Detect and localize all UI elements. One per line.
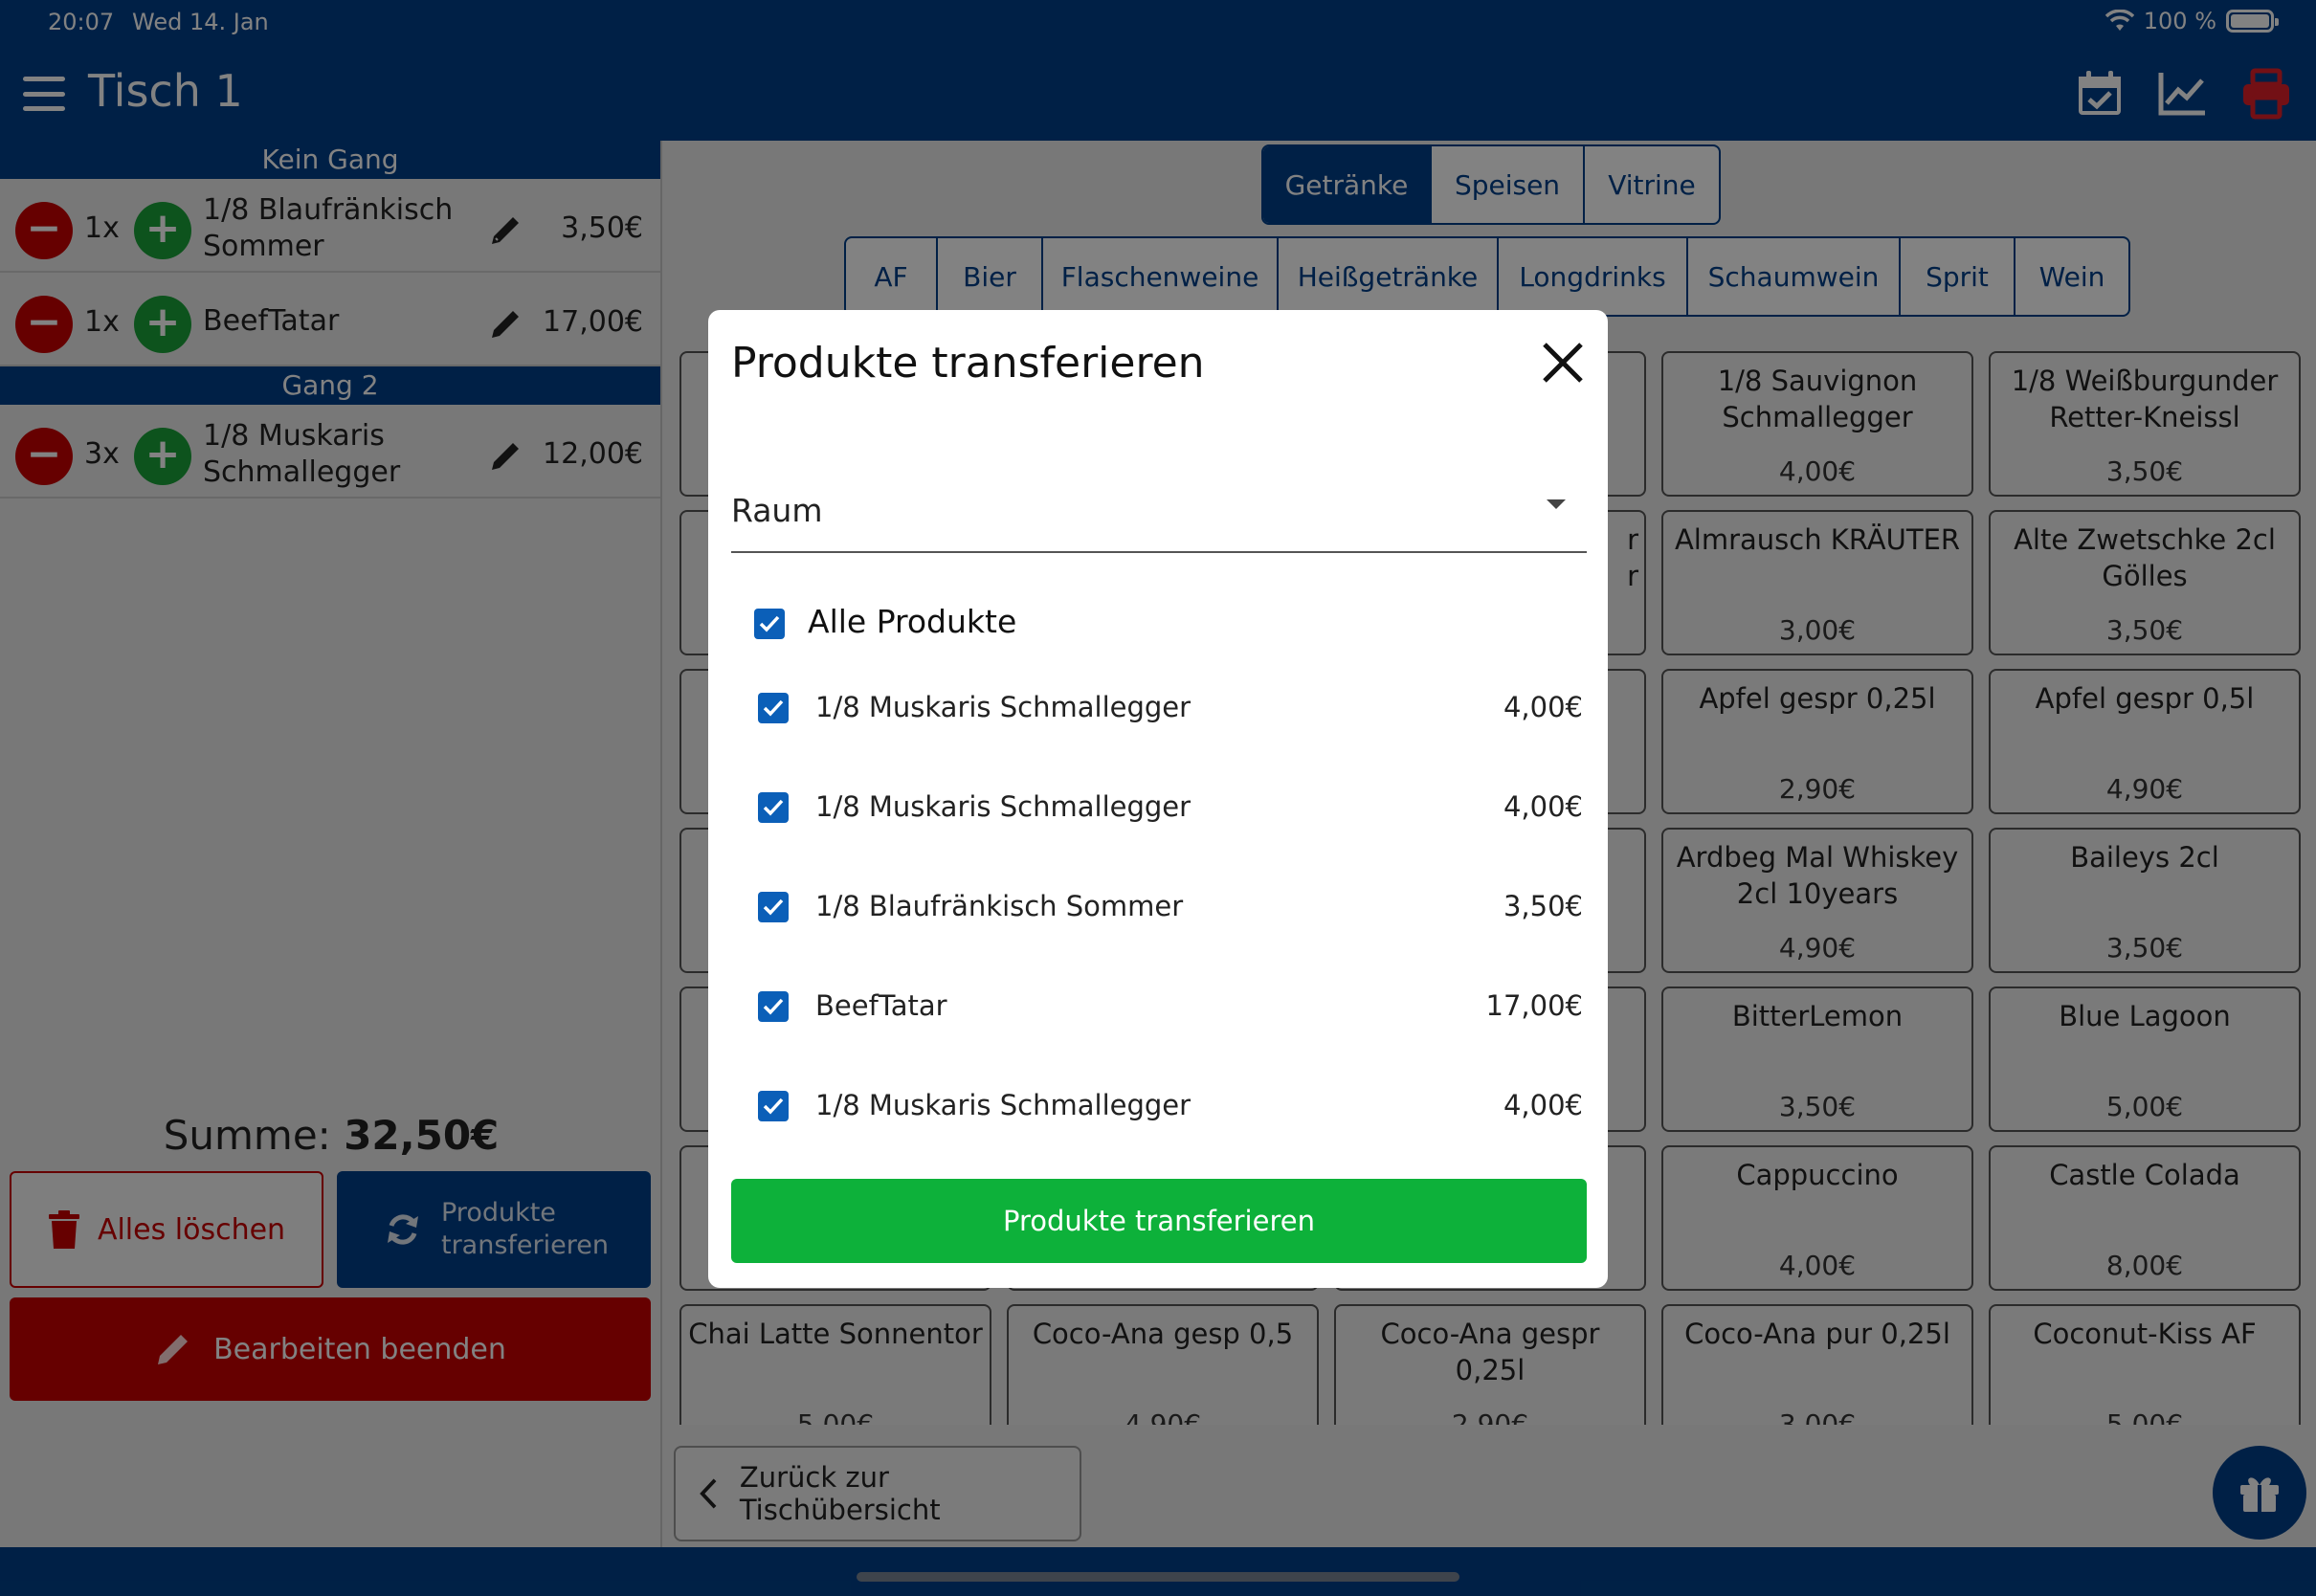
product-checkbox[interactable] [758,792,789,823]
transfer-item-price: 4,00€ [1503,1089,1583,1121]
dropdown-caret-icon [1547,499,1566,509]
room-select[interactable]: Raum [731,473,1587,553]
product-checkbox[interactable] [758,693,789,723]
transfer-item-name: BeefTatar [815,989,947,1022]
transfer-item-name: 1/8 Muskaris Schmallegger [815,691,1191,723]
transfer-item-name: 1/8 Blaufränkisch Sommer [815,890,1184,922]
select-all-checkbox[interactable] [754,609,785,639]
product-checkbox[interactable] [758,892,789,922]
room-select-value: Raum [731,492,823,529]
transfer-item-price: 4,00€ [1503,691,1583,723]
select-all-label: Alle Produkte [808,603,1017,640]
product-checkbox[interactable] [758,991,789,1022]
transfer-item-price: 4,00€ [1503,790,1583,823]
submit-transfer-label: Produkte transferieren [1003,1205,1315,1237]
dialog-title: Produkte transferieren [731,339,1205,388]
transfer-item-price: 17,00€ [1485,989,1583,1022]
submit-transfer-button[interactable]: Produkte transferieren [731,1179,1587,1263]
transfer-item-price: 3,50€ [1503,890,1583,922]
product-checkbox[interactable] [758,1091,789,1121]
transfer-item-name: 1/8 Muskaris Schmallegger [815,790,1191,823]
close-icon[interactable] [1537,337,1589,388]
transfer-item-name: 1/8 Muskaris Schmallegger [815,1089,1191,1121]
transfer-products-dialog: Produkte transferieren Raum Alle Produkt… [708,310,1608,1288]
